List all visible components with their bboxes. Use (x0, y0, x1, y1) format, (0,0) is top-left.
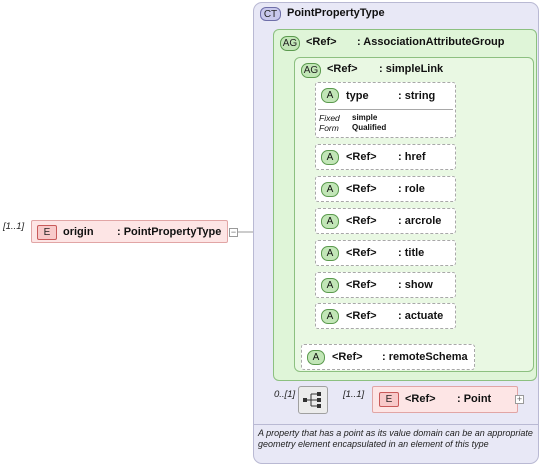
attribute-name: : show (398, 279, 433, 291)
fixed-label: Fixed (319, 113, 340, 123)
attribute-badge: A (321, 182, 339, 197)
role-attribute[interactable]: A <Ref> : role (315, 176, 456, 202)
complex-type-name: PointPropertyType (287, 7, 385, 19)
attribute-ref: <Ref> (346, 151, 377, 163)
remote-schema-ref: <Ref> (332, 351, 363, 363)
attribute-name: : arcrole (398, 215, 442, 227)
arcrole-attribute[interactable]: A <Ref> : arcrole (315, 208, 456, 234)
sequence-icon (303, 392, 321, 408)
attribute-badge: A (321, 88, 339, 103)
association-group-ref: <Ref> (306, 36, 337, 48)
element-badge: E (37, 225, 57, 240)
attribute-name: : href (398, 151, 426, 163)
attribute-name: : actuate (398, 310, 444, 322)
actuate-attribute[interactable]: A <Ref> : actuate (315, 303, 456, 329)
form-label: Form (319, 123, 339, 133)
sequence-multiplicity: 0..[1] (274, 389, 296, 400)
attribute-badge: A (321, 278, 339, 293)
point-ref: <Ref> (405, 393, 436, 405)
point-expand-toggle[interactable]: + (515, 395, 524, 404)
type-attribute[interactable]: A type : string Fixed simple Form Qualif… (315, 82, 456, 138)
form-value: Qualified (352, 123, 387, 132)
attribute-badge: A (321, 246, 339, 261)
association-group-name: : AssociationAttributeGroup (357, 36, 505, 48)
attribute-badge: A (307, 350, 325, 365)
complex-type-badge: CT (260, 7, 281, 21)
attribute-badge: A (321, 150, 339, 165)
remote-schema-name: : remoteSchema (382, 351, 468, 363)
attribute-group-badge: AG (301, 63, 321, 78)
point-element[interactable]: E <Ref> : Point (372, 386, 518, 413)
attribute-ref: <Ref> (346, 310, 377, 322)
origin-element[interactable]: E origin : PointPropertyType (31, 220, 228, 243)
show-attribute[interactable]: A <Ref> : show (315, 272, 456, 298)
complex-type-documentation: A property that has a point as its value… (258, 428, 533, 449)
remote-schema-attribute[interactable]: A <Ref> : remoteSchema (301, 344, 475, 370)
association-attribute-group[interactable]: AG <Ref> : AssociationAttributeGroup AG … (273, 29, 537, 381)
attribute-name: : role (398, 183, 425, 195)
title-attribute[interactable]: A <Ref> : title (315, 240, 456, 266)
attribute-name: : title (398, 247, 425, 259)
attribute-ref: <Ref> (346, 279, 377, 291)
attribute-ref: <Ref> (346, 215, 377, 227)
attribute-badge: A (321, 214, 339, 229)
attribute-ref: <Ref> (346, 247, 377, 259)
documentation-separator (254, 424, 538, 425)
origin-name: origin (63, 226, 94, 238)
origin-type: : PointPropertyType (117, 226, 222, 238)
type-attribute-divider (318, 109, 453, 110)
point-multiplicity: [1..1] (343, 389, 365, 400)
href-attribute[interactable]: A <Ref> : href (315, 144, 456, 170)
sequence-compositor[interactable] (298, 386, 328, 414)
element-badge: E (379, 392, 399, 407)
simple-link-ref: <Ref> (327, 63, 358, 75)
type-attribute-type: : string (398, 90, 436, 102)
simple-link-group[interactable]: AG <Ref> : simpleLink A type : string Fi… (294, 57, 534, 372)
type-attribute-name: type (346, 90, 369, 102)
attribute-ref: <Ref> (346, 183, 377, 195)
origin-collapse-toggle[interactable]: − (229, 228, 238, 237)
simple-link-name: : simpleLink (379, 63, 444, 75)
point-name: : Point (457, 393, 492, 405)
attribute-badge: A (321, 309, 339, 324)
attribute-group-badge: AG (280, 36, 300, 51)
origin-multiplicity: [1..1] (3, 221, 25, 232)
fixed-value: simple (352, 113, 378, 122)
